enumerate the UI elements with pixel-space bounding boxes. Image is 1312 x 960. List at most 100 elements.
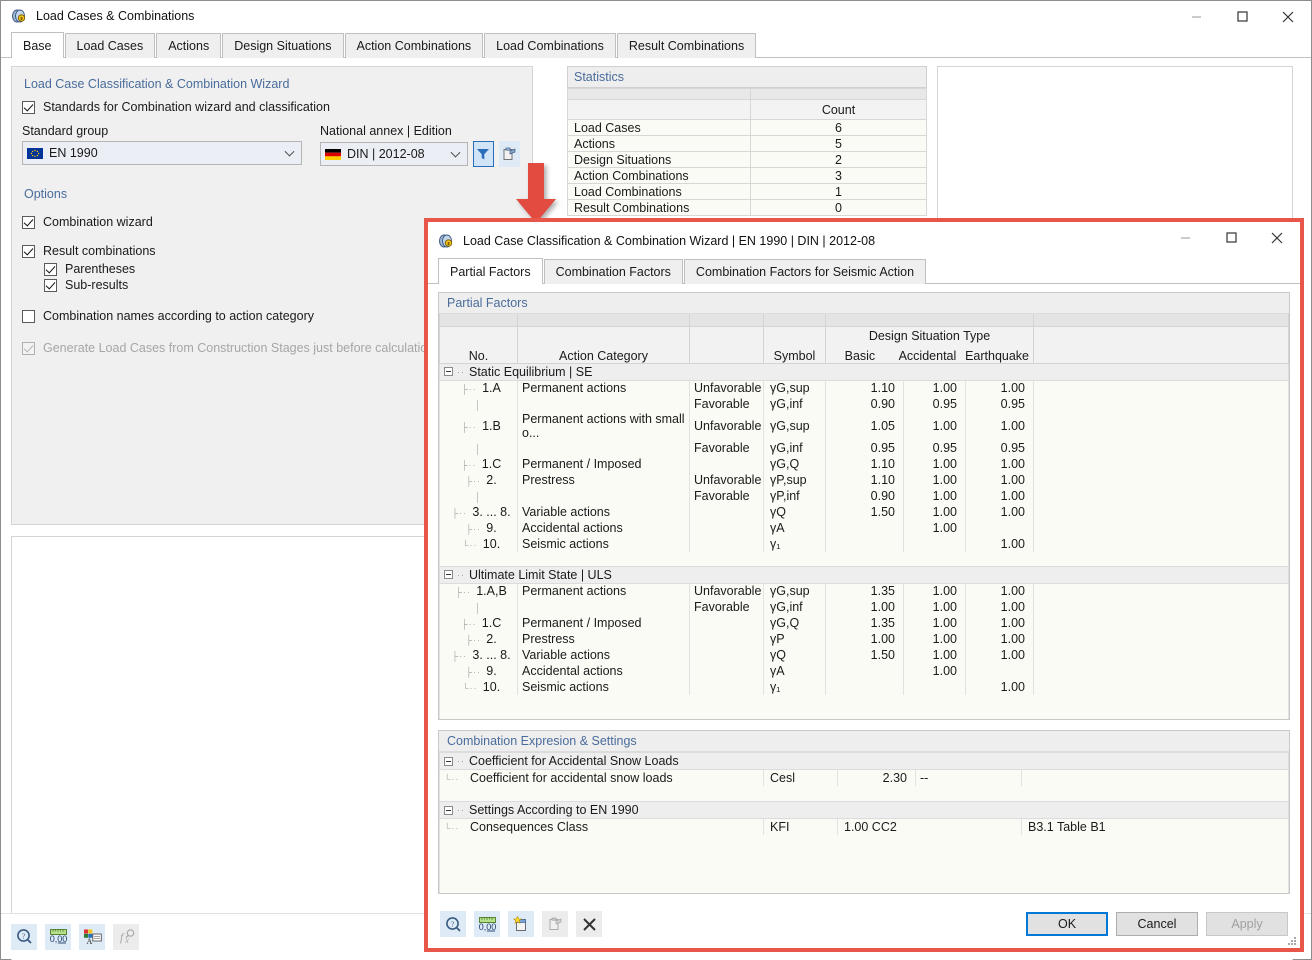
combination-wizard-dialog: Load Case Classification & Combination W… (424, 218, 1304, 952)
row-no: 10. (483, 680, 500, 694)
close-button[interactable] (1265, 1, 1311, 32)
parentheses-checkbox[interactable] (44, 263, 57, 276)
new-icon[interactable] (508, 911, 534, 937)
cell-category: Permanent / Imposed (518, 456, 690, 472)
tab-actions[interactable]: Actions (156, 33, 221, 58)
collapse-icon[interactable] (444, 367, 453, 376)
table-row[interactable]: └··10. Seismic actions γ₁ 1.00 (440, 536, 1289, 552)
cell-no: ├··2. (440, 472, 518, 488)
delete-icon[interactable] (576, 911, 602, 937)
table-row[interactable]: ├··1.A Permanent actions Unfavorable γG,… (440, 380, 1289, 396)
table-row[interactable]: Load Cases6 (568, 120, 927, 136)
table-row[interactable]: Result Combinations0 (568, 200, 927, 216)
table-row[interactable]: ├··1.A,B Permanent actions Unfavorable γ… (440, 583, 1289, 599)
info-icon[interactable]: ? (11, 924, 37, 950)
table-row[interactable]: Actions5 (568, 136, 927, 152)
table-row[interactable]: │ Favorable γG,inf 1.00 1.00 1.00 (440, 599, 1289, 615)
table-row[interactable]: ├··9. Accidental actions γA 1.00 (440, 520, 1289, 536)
table-row[interactable]: ├··2. Prestress γP 1.00 1.00 1.00 (440, 631, 1289, 647)
dialog-minimize-button[interactable] (1162, 222, 1208, 253)
tree-connector: ·· (457, 756, 465, 766)
tab-base[interactable]: Base (11, 32, 64, 58)
units-icon[interactable]: 0,00 (474, 911, 500, 937)
collapse-icon[interactable] (444, 806, 453, 815)
table-row[interactable]: Design Situations2 (568, 152, 927, 168)
group-row-ultimate-limit-state[interactable]: ·· Ultimate Limit State | ULS (440, 566, 1289, 583)
dialog-maximize-button[interactable] (1208, 222, 1254, 253)
group-row-settings-en1990[interactable]: ·· Settings According to EN 1990 (440, 802, 1289, 819)
strip-cell (440, 314, 518, 326)
row-no: 1.C (482, 457, 501, 471)
cell-no: ├··2. (440, 631, 518, 647)
chevron-down-icon (450, 148, 460, 158)
cell-symbol: γG,inf (764, 396, 826, 412)
group-cell: ·· Settings According to EN 1990 (440, 802, 1289, 819)
group-row-accidental-snow[interactable]: ·· Coefficient for Accidental Snow Loads (440, 753, 1289, 770)
collapse-icon[interactable] (444, 757, 453, 766)
table-row[interactable]: ├··2. Prestress Unfavorable γP,sup 1.10 … (440, 472, 1289, 488)
standards-checkbox-row[interactable]: Standards for Combination wizard and cla… (22, 97, 522, 117)
col-header-action-category[interactable]: Action Category (518, 326, 690, 363)
combination-expression-caption: Combination Expresion & Settings (439, 731, 1289, 752)
dialog-tab-combination-factors-seismic[interactable]: Combination Factors for Seismic Action (684, 259, 926, 284)
cell-favorability: Favorable (690, 396, 764, 412)
table-row[interactable]: ├··3. ... 8. Variable actions γQ 1.50 1.… (440, 504, 1289, 520)
table-row[interactable]: │ Favorable γG,inf 0.90 0.95 0.95 (440, 396, 1289, 412)
table-row[interactable]: └··Consequences Class KFI 1.00 CC2 B3.1 … (440, 819, 1289, 835)
table-row[interactable]: └··Coefficient for accidental snow loads… (440, 770, 1289, 786)
tab-result-combinations[interactable]: Result Combinations (617, 33, 756, 58)
combination-wizard-checkbox[interactable] (22, 216, 35, 229)
wizard-section-title: Load Case Classification & Combination W… (22, 73, 522, 97)
maximize-button[interactable] (1219, 1, 1265, 32)
table-row[interactable]: └··10. Seismic actions γ₁ 1.00 (440, 679, 1289, 695)
filter-icon[interactable] (473, 141, 494, 167)
group-row-static-equilibrium[interactable]: ·· Static Equilibrium | SE (440, 363, 1289, 380)
cell-label: └··Consequences Class (440, 819, 764, 835)
table-row[interactable]: Load Combinations1 (568, 184, 927, 200)
standard-group-select[interactable]: EN 1990 (22, 141, 302, 165)
info-icon[interactable]: ? (440, 911, 466, 937)
cell-reference (1022, 770, 1289, 786)
dialog-tab-combination-factors[interactable]: Combination Factors (544, 259, 683, 284)
tab-load-cases[interactable]: Load Cases (65, 33, 156, 58)
table-row[interactable]: │ Favorable γG,inf 0.95 0.95 0.95 (440, 440, 1289, 456)
col-header-trailing[interactable] (1034, 326, 1289, 363)
cell-symbol: γP (764, 631, 826, 647)
group-title: Static Equilibrium | SE (469, 365, 592, 379)
cell-basic: 1.05 (826, 412, 904, 440)
sub-results-checkbox[interactable] (44, 279, 57, 292)
tree-connector: ·· (457, 570, 465, 580)
minimize-button[interactable] (1173, 1, 1219, 32)
result-combinations-checkbox[interactable] (22, 245, 35, 258)
dialog-close-button[interactable] (1254, 222, 1300, 253)
collapse-icon[interactable] (444, 570, 453, 579)
col-header-design-situation-type[interactable]: Design Situation Type Basic Accidental E… (826, 326, 1034, 363)
ok-button[interactable]: OK (1026, 912, 1108, 936)
units-icon[interactable]: 0,00 (45, 924, 71, 950)
cancel-button[interactable]: Cancel (1116, 912, 1198, 936)
dialog-tab-partial-factors[interactable]: Partial Factors (438, 258, 543, 284)
col-header-blank[interactable] (690, 326, 764, 363)
dialog-window-controls (1162, 222, 1300, 253)
combination-names-checkbox[interactable] (22, 310, 35, 323)
table-row[interactable]: ├··1.C Permanent / Imposed γG,Q 1.10 1.0… (440, 456, 1289, 472)
col-header-symbol[interactable]: Symbol (764, 326, 826, 363)
colors-icon[interactable]: A (79, 924, 105, 950)
tab-load-combinations[interactable]: Load Combinations (484, 33, 616, 58)
resize-grip[interactable] (1287, 935, 1297, 945)
cell-basic: 0.90 (826, 396, 904, 412)
national-annex-select[interactable]: DIN | 2012-08 (320, 142, 468, 166)
table-row[interactable]: ├··1.C Permanent / Imposed γG,Q 1.35 1.0… (440, 615, 1289, 631)
load-cases-icon (10, 7, 28, 25)
table-row[interactable]: ├··3. ... 8. Variable actions γQ 1.50 1.… (440, 647, 1289, 663)
table-row[interactable]: ├··1.B Permanent actions with small o...… (440, 412, 1289, 440)
table-row[interactable]: ├··9. Accidental actions γA 1.00 (440, 663, 1289, 679)
table-row[interactable]: Action Combinations3 (568, 168, 927, 184)
standards-checkbox[interactable] (22, 101, 35, 114)
cell-symbol: γ₁ (764, 536, 826, 552)
tab-action-combinations[interactable]: Action Combinations (345, 33, 484, 58)
col-header-no[interactable]: No. (440, 326, 518, 363)
table-row[interactable]: │ Favorable γP,inf 0.90 1.00 1.00 (440, 488, 1289, 504)
tab-design-situations[interactable]: Design Situations (222, 33, 343, 58)
stat-count: 2 (751, 152, 927, 168)
